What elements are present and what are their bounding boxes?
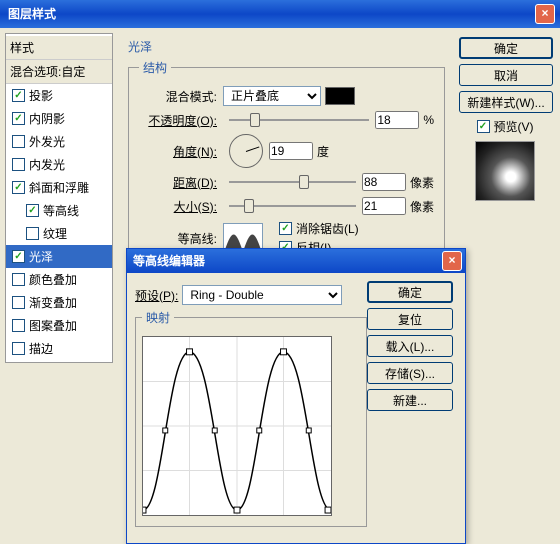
angle-unit: 度	[317, 143, 329, 160]
editor-title: 等高线编辑器	[133, 254, 205, 268]
mapping-group: 映射	[135, 309, 367, 527]
contour-label: 等高线:	[139, 230, 217, 247]
style-checkbox[interactable]: ✓	[12, 89, 25, 102]
distance-label: 距离(D):	[139, 174, 217, 191]
editor-reset-button[interactable]: 复位	[367, 308, 453, 330]
ok-button[interactable]: 确定	[459, 37, 553, 59]
style-checkbox[interactable]: ✓	[12, 250, 25, 263]
preview-label: 预览(V)	[494, 118, 534, 135]
opacity-unit: %	[423, 113, 434, 127]
style-checkbox[interactable]: ✓	[12, 181, 25, 194]
main-titlebar: 图层样式 ×	[0, 0, 560, 28]
style-checkbox[interactable]: ✓	[12, 112, 25, 125]
style-label: 投影	[29, 87, 53, 104]
angle-input[interactable]	[269, 142, 313, 160]
blend-mode-label: 混合模式:	[139, 88, 217, 105]
editor-new-button[interactable]: 新建...	[367, 389, 453, 411]
antialias-checkbox[interactable]: ✓	[279, 222, 292, 235]
style-item-内发光[interactable]: 内发光	[6, 153, 112, 176]
style-checkbox[interactable]	[12, 342, 25, 355]
style-label: 纹理	[43, 225, 67, 242]
preview-checkbox[interactable]: ✓	[477, 120, 490, 133]
style-item-等高线[interactable]: ✓ 等高线	[6, 199, 112, 222]
contour-editor-dialog: 等高线编辑器 × 预设(P): Ring - Double 映射	[126, 248, 466, 544]
style-label: 渐变叠加	[29, 294, 77, 311]
angle-dial[interactable]	[229, 134, 263, 168]
style-checkbox[interactable]	[12, 135, 25, 148]
size-slider[interactable]	[229, 196, 356, 216]
blend-options-header[interactable]: 混合选项:自定	[6, 60, 112, 84]
style-label: 颜色叠加	[29, 271, 77, 288]
new-style-button[interactable]: 新建样式(W)...	[459, 91, 553, 113]
style-label: 内阴影	[29, 110, 65, 127]
style-label: 斜面和浮雕	[29, 179, 89, 196]
blend-mode-select[interactable]: 正片叠底	[223, 86, 321, 106]
structure-group: 结构 混合模式: 正片叠底 不透明度(O): % 角度(N): 度 距离(D):	[128, 59, 445, 271]
size-unit: 像素	[410, 198, 434, 215]
style-checkbox[interactable]	[12, 296, 25, 309]
style-checkbox[interactable]	[12, 319, 25, 332]
editor-close-icon[interactable]: ×	[442, 251, 462, 271]
style-item-斜面和浮雕[interactable]: ✓ 斜面和浮雕	[6, 176, 112, 199]
style-label: 等高线	[43, 202, 79, 219]
style-checkbox[interactable]	[26, 227, 39, 240]
size-input[interactable]	[362, 197, 406, 215]
editor-ok-button[interactable]: 确定	[367, 281, 453, 303]
editor-save-button[interactable]: 存储(S)...	[367, 362, 453, 384]
style-label: 图案叠加	[29, 317, 77, 334]
window-title: 图层样式	[8, 7, 56, 21]
opacity-label: 不透明度(O):	[139, 112, 217, 129]
editor-titlebar: 等高线编辑器 ×	[127, 249, 465, 273]
style-checkbox[interactable]	[12, 158, 25, 171]
style-checkbox[interactable]	[12, 273, 25, 286]
contour-graph[interactable]	[142, 336, 332, 516]
preview-thumbnail	[475, 141, 535, 201]
mapping-legend: 映射	[142, 309, 174, 326]
style-item-图案叠加[interactable]: 图案叠加	[6, 314, 112, 337]
styles-list: 样式 混合选项:自定 ✓ 投影 ✓ 内阴影外发光内发光 ✓ 斜面和浮雕 ✓ 等高线纹理 ✓ 光泽颜…	[5, 33, 113, 363]
size-label: 大小(S):	[139, 198, 217, 215]
style-item-颜色叠加[interactable]: 颜色叠加	[6, 268, 112, 291]
style-label: 描边	[29, 340, 53, 357]
distance-slider[interactable]	[229, 172, 356, 192]
style-label: 光泽	[29, 248, 53, 265]
structure-legend: 结构	[139, 59, 171, 76]
angle-label: 角度(N):	[139, 143, 217, 160]
color-swatch[interactable]	[325, 87, 355, 105]
style-item-渐变叠加[interactable]: 渐变叠加	[6, 291, 112, 314]
satin-title: 光泽	[128, 38, 445, 55]
cancel-button[interactable]: 取消	[459, 64, 553, 86]
preset-select[interactable]: Ring - Double	[182, 285, 342, 305]
preset-label: 预设(P):	[135, 287, 178, 304]
antialias-label: 消除锯齿(L)	[296, 220, 359, 237]
style-item-投影[interactable]: ✓ 投影	[6, 84, 112, 107]
opacity-input[interactable]	[375, 111, 419, 129]
distance-input[interactable]	[362, 173, 406, 191]
editor-load-button[interactable]: 载入(L)...	[367, 335, 453, 357]
style-item-内阴影[interactable]: ✓ 内阴影	[6, 107, 112, 130]
style-label: 内发光	[29, 156, 65, 173]
distance-unit: 像素	[410, 174, 434, 191]
styles-header[interactable]: 样式	[6, 36, 112, 60]
style-label: 外发光	[29, 133, 65, 150]
style-item-外发光[interactable]: 外发光	[6, 130, 112, 153]
style-item-纹理[interactable]: 纹理	[6, 222, 112, 245]
close-icon[interactable]: ×	[535, 4, 555, 24]
opacity-slider[interactable]	[229, 110, 369, 130]
style-checkbox[interactable]: ✓	[26, 204, 39, 217]
style-item-描边[interactable]: 描边	[6, 337, 112, 360]
style-item-光泽[interactable]: ✓ 光泽	[6, 245, 112, 268]
